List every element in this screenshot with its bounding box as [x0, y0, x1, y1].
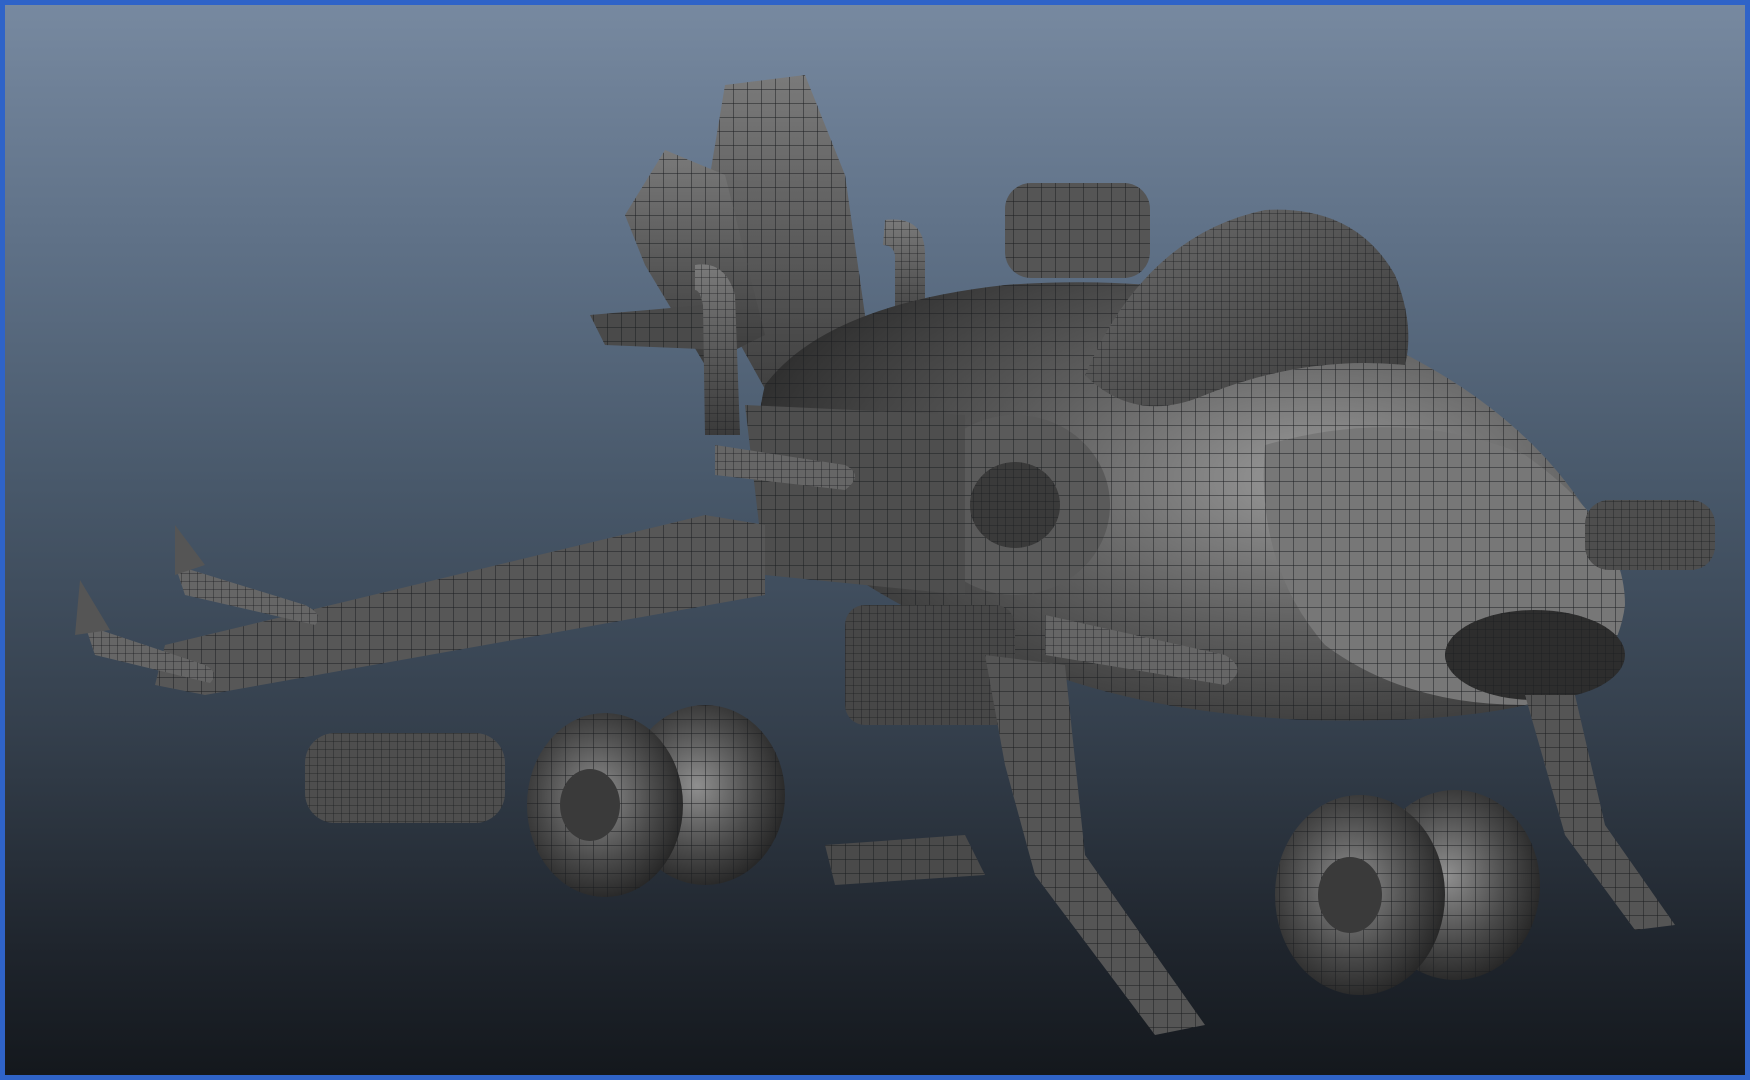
viewport-frame [0, 0, 1750, 1080]
front-wheel-outer[interactable] [1275, 795, 1445, 995]
engine-pod[interactable] [745, 405, 1110, 595]
landing-strut-front[interactable] [1525, 695, 1675, 930]
seat-headrest[interactable] [1005, 183, 1150, 278]
rear-wheel-outer[interactable] [527, 713, 683, 897]
missile-left-upper[interactable] [175, 525, 319, 625]
3d-viewport[interactable] [5, 5, 1745, 1075]
gatling-cannon-front[interactable] [1585, 500, 1715, 570]
gatling-cannon-left[interactable] [305, 733, 505, 823]
vehicle-model[interactable] [5, 5, 1745, 1075]
